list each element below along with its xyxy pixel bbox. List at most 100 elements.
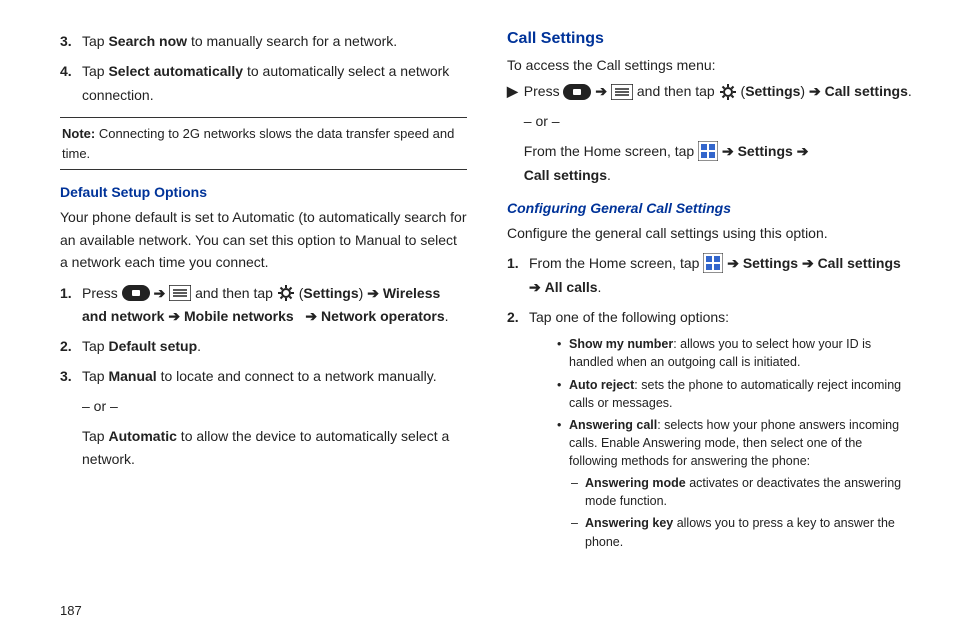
step-number: 1.: [507, 252, 529, 300]
ds-step-3: 3. Tap Manual to locate and connect to a…: [60, 365, 467, 472]
step-number: 3.: [60, 30, 82, 54]
paragraph: Your phone default is set to Automatic (…: [60, 206, 467, 273]
apps-grid-icon: [703, 253, 723, 273]
text: Tap: [82, 338, 108, 354]
left-column: 3. Tap Search now to manually search for…: [60, 30, 467, 555]
bold-term: Select automatically: [108, 63, 243, 79]
dash-icon: –: [571, 514, 585, 550]
text: .: [908, 83, 912, 99]
text: .: [445, 308, 449, 324]
text: Press: [82, 285, 122, 301]
bold-term: Answering call: [569, 418, 657, 432]
bold-term: Search now: [108, 33, 187, 49]
ds-step-2: 2. Tap Default setup.: [60, 335, 467, 359]
step-4: 4. Tap Select automatically to automatic…: [60, 60, 467, 108]
arrow-icon: ➔: [727, 255, 739, 271]
bullet-item: • Answering call: selects how your phone…: [543, 416, 914, 470]
dash-icon: –: [571, 474, 585, 510]
arrow-icon: ➔: [367, 285, 379, 301]
arrow-icon: ➔: [797, 143, 809, 159]
text: Tap one of the following options:: [529, 306, 914, 330]
arrow-icon: ➔: [529, 279, 541, 295]
arrow-icon: ➔: [595, 83, 607, 99]
bold-term: Settings: [738, 143, 797, 159]
bold-term: Settings: [745, 83, 800, 99]
apps-grid-icon: [698, 141, 718, 161]
or-text: – or –: [524, 110, 914, 134]
arrow-icon: ➔: [154, 285, 166, 301]
home-key-icon: [122, 285, 150, 301]
ds-step-1: 1. Press ➔ and then tap (Settings) ➔ Wir…: [60, 282, 467, 330]
bullet-icon: •: [557, 335, 569, 371]
heading-configuring: Configuring General Call Settings: [507, 200, 914, 216]
bold-term: Answering key: [585, 516, 673, 530]
arrow-icon: ➔: [802, 255, 814, 271]
options-list: • Show my number: allows you to select h…: [507, 335, 914, 550]
text: and then tap: [195, 285, 277, 301]
text: and then tap: [637, 83, 719, 99]
paragraph: Configure the general call settings usin…: [507, 222, 914, 244]
text: to manually search for a network.: [187, 33, 397, 49]
bullet-icon: •: [557, 416, 569, 470]
bold-term: Settings: [743, 255, 802, 271]
bold-term: Default setup: [108, 338, 197, 354]
text: Press: [524, 83, 564, 99]
bold-term: Mobile networks: [184, 308, 294, 324]
text: Tap: [82, 33, 108, 49]
cs-step-1: 1. From the Home screen, tap ➔ Settings …: [507, 252, 914, 300]
gear-icon: [719, 83, 737, 101]
heading-default-setup: Default Setup Options: [60, 184, 467, 200]
text: .: [197, 338, 201, 354]
text: .: [598, 279, 602, 295]
access-step: ▶ Press ➔ and then tap (Settings) ➔ Call…: [507, 80, 914, 187]
arrow-icon: ➔: [305, 308, 317, 324]
cs-step-2: 2. Tap one of the following options:: [507, 306, 914, 330]
bullet-item: • Show my number: allows you to select h…: [543, 335, 914, 371]
text: to locate and connect to a network manua…: [157, 368, 437, 384]
text: .: [607, 167, 611, 183]
bold-term: Call settings: [825, 83, 908, 99]
text: Tap: [82, 63, 108, 79]
paragraph: To access the Call settings menu:: [507, 54, 914, 76]
step-number: 2.: [507, 306, 529, 330]
triangle-bullet-icon: ▶: [507, 80, 524, 187]
step-number: 3.: [60, 365, 82, 472]
heading-call-settings: Call Settings: [507, 30, 914, 48]
page-number: 187: [60, 603, 82, 618]
bold-term: Automatic: [108, 428, 176, 444]
bold-term: Settings: [303, 285, 358, 301]
text: ): [800, 83, 805, 99]
bold-term: Answering mode: [585, 476, 686, 490]
bullet-item: • Auto reject: sets the phone to automat…: [543, 376, 914, 412]
step-number: 1.: [60, 282, 82, 330]
text: Tap: [82, 368, 108, 384]
dash-item: – Answering key allows you to press a ke…: [543, 514, 914, 550]
bold-term: Manual: [108, 368, 156, 384]
arrow-icon: ➔: [168, 308, 180, 324]
arrow-icon: ➔: [809, 83, 821, 99]
text: From the Home screen, tap: [529, 255, 703, 271]
bold-term: Show my number: [569, 337, 673, 351]
text: From the Home screen, tap: [524, 143, 698, 159]
arrow-icon: ➔: [722, 143, 734, 159]
bold-term: Call settings: [818, 255, 901, 271]
menu-key-icon: [169, 285, 191, 301]
text: ): [359, 285, 364, 301]
note-box: Note: Connecting to 2G networks slows th…: [60, 117, 467, 170]
or-text: – or –: [82, 395, 467, 419]
menu-key-icon: [611, 84, 633, 100]
dash-item: – Answering mode activates or deactivate…: [543, 474, 914, 510]
bold-term: Network operators: [321, 308, 445, 324]
home-key-icon: [563, 84, 591, 100]
right-column: Call Settings To access the Call setting…: [507, 30, 914, 555]
gear-icon: [277, 284, 295, 302]
text: Tap: [82, 428, 108, 444]
bullet-icon: •: [557, 376, 569, 412]
step-number: 4.: [60, 60, 82, 108]
step-number: 2.: [60, 335, 82, 359]
bold-term: Auto reject: [569, 378, 634, 392]
note-text: Connecting to 2G networks slows the data…: [62, 126, 454, 161]
bold-term: All calls: [545, 279, 598, 295]
bold-term: Call settings: [524, 167, 607, 183]
step-3: 3. Tap Search now to manually search for…: [60, 30, 467, 54]
